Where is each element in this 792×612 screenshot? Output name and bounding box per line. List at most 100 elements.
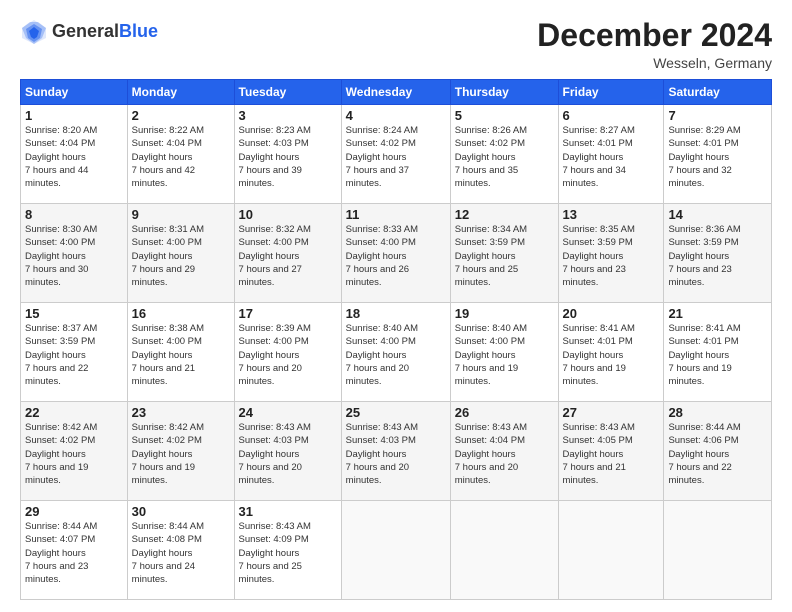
day-number: 30 [132,504,230,519]
col-friday: Friday [558,80,664,105]
day-number: 12 [455,207,554,222]
col-wednesday: Wednesday [341,80,450,105]
day-number: 22 [25,405,123,420]
table-row [450,501,558,600]
table-row: 1 Sunrise: 8:20 AMSunset: 4:04 PMDayligh… [21,105,128,204]
day-number: 9 [132,207,230,222]
logo-blue: Blue [119,21,158,41]
table-row: 30 Sunrise: 8:44 AMSunset: 4:08 PMDaylig… [127,501,234,600]
calendar-week-row: 15 Sunrise: 8:37 AMSunset: 3:59 PMDaylig… [21,303,772,402]
table-row: 26 Sunrise: 8:43 AMSunset: 4:04 PMDaylig… [450,402,558,501]
day-info: Sunrise: 8:43 AMSunset: 4:05 PMDaylight … [563,421,660,487]
day-number: 3 [239,108,337,123]
calendar-table: Sunday Monday Tuesday Wednesday Thursday… [20,79,772,600]
table-row: 18 Sunrise: 8:40 AMSunset: 4:00 PMDaylig… [341,303,450,402]
col-saturday: Saturday [664,80,772,105]
day-number: 31 [239,504,337,519]
day-info: Sunrise: 8:41 AMSunset: 4:01 PMDaylight … [668,322,767,388]
table-row: 10 Sunrise: 8:32 AMSunset: 4:00 PMDaylig… [234,204,341,303]
day-info: Sunrise: 8:40 AMSunset: 4:00 PMDaylight … [455,322,554,388]
table-row: 20 Sunrise: 8:41 AMSunset: 4:01 PMDaylig… [558,303,664,402]
day-info: Sunrise: 8:44 AMSunset: 4:08 PMDaylight … [132,520,230,586]
day-number: 24 [239,405,337,420]
day-number: 4 [346,108,446,123]
day-number: 29 [25,504,123,519]
day-number: 16 [132,306,230,321]
day-number: 13 [563,207,660,222]
calendar-week-row: 8 Sunrise: 8:30 AMSunset: 4:00 PMDayligh… [21,204,772,303]
day-info: Sunrise: 8:31 AMSunset: 4:00 PMDaylight … [132,223,230,289]
day-info: Sunrise: 8:39 AMSunset: 4:00 PMDaylight … [239,322,337,388]
day-number: 25 [346,405,446,420]
header: GeneralBlue December 2024 Wesseln, Germa… [20,18,772,71]
logo-general: General [52,21,119,41]
day-info: Sunrise: 8:36 AMSunset: 3:59 PMDaylight … [668,223,767,289]
day-info: Sunrise: 8:34 AMSunset: 3:59 PMDaylight … [455,223,554,289]
table-row: 5 Sunrise: 8:26 AMSunset: 4:02 PMDayligh… [450,105,558,204]
day-info: Sunrise: 8:32 AMSunset: 4:00 PMDaylight … [239,223,337,289]
table-row: 15 Sunrise: 8:37 AMSunset: 3:59 PMDaylig… [21,303,128,402]
location: Wesseln, Germany [537,55,772,71]
table-row: 27 Sunrise: 8:43 AMSunset: 4:05 PMDaylig… [558,402,664,501]
table-row: 12 Sunrise: 8:34 AMSunset: 3:59 PMDaylig… [450,204,558,303]
day-info: Sunrise: 8:44 AMSunset: 4:07 PMDaylight … [25,520,123,586]
col-sunday: Sunday [21,80,128,105]
table-row: 6 Sunrise: 8:27 AMSunset: 4:01 PMDayligh… [558,105,664,204]
day-info: Sunrise: 8:23 AMSunset: 4:03 PMDaylight … [239,124,337,190]
calendar-week-row: 29 Sunrise: 8:44 AMSunset: 4:07 PMDaylig… [21,501,772,600]
day-number: 7 [668,108,767,123]
day-info: Sunrise: 8:26 AMSunset: 4:02 PMDaylight … [455,124,554,190]
table-row: 17 Sunrise: 8:39 AMSunset: 4:00 PMDaylig… [234,303,341,402]
calendar-week-row: 1 Sunrise: 8:20 AMSunset: 4:04 PMDayligh… [21,105,772,204]
table-row: 8 Sunrise: 8:30 AMSunset: 4:00 PMDayligh… [21,204,128,303]
col-monday: Monday [127,80,234,105]
day-info: Sunrise: 8:43 AMSunset: 4:03 PMDaylight … [346,421,446,487]
table-row [664,501,772,600]
day-number: 18 [346,306,446,321]
table-row: 16 Sunrise: 8:38 AMSunset: 4:00 PMDaylig… [127,303,234,402]
table-row: 9 Sunrise: 8:31 AMSunset: 4:00 PMDayligh… [127,204,234,303]
day-number: 1 [25,108,123,123]
day-number: 21 [668,306,767,321]
day-number: 5 [455,108,554,123]
title-block: December 2024 Wesseln, Germany [537,18,772,71]
calendar-week-row: 22 Sunrise: 8:42 AMSunset: 4:02 PMDaylig… [21,402,772,501]
day-info: Sunrise: 8:42 AMSunset: 4:02 PMDaylight … [132,421,230,487]
logo: GeneralBlue [20,18,158,46]
col-tuesday: Tuesday [234,80,341,105]
day-info: Sunrise: 8:41 AMSunset: 4:01 PMDaylight … [563,322,660,388]
day-info: Sunrise: 8:22 AMSunset: 4:04 PMDaylight … [132,124,230,190]
table-row: 19 Sunrise: 8:40 AMSunset: 4:00 PMDaylig… [450,303,558,402]
day-number: 26 [455,405,554,420]
day-number: 6 [563,108,660,123]
day-info: Sunrise: 8:44 AMSunset: 4:06 PMDaylight … [668,421,767,487]
day-number: 10 [239,207,337,222]
day-number: 28 [668,405,767,420]
day-info: Sunrise: 8:29 AMSunset: 4:01 PMDaylight … [668,124,767,190]
day-info: Sunrise: 8:43 AMSunset: 4:09 PMDaylight … [239,520,337,586]
col-thursday: Thursday [450,80,558,105]
day-info: Sunrise: 8:37 AMSunset: 3:59 PMDaylight … [25,322,123,388]
day-info: Sunrise: 8:43 AMSunset: 4:04 PMDaylight … [455,421,554,487]
day-number: 8 [25,207,123,222]
day-number: 20 [563,306,660,321]
day-number: 15 [25,306,123,321]
table-row: 22 Sunrise: 8:42 AMSunset: 4:02 PMDaylig… [21,402,128,501]
day-number: 17 [239,306,337,321]
table-row: 25 Sunrise: 8:43 AMSunset: 4:03 PMDaylig… [341,402,450,501]
day-number: 23 [132,405,230,420]
page: GeneralBlue December 2024 Wesseln, Germa… [0,0,792,612]
calendar-header-row: Sunday Monday Tuesday Wednesday Thursday… [21,80,772,105]
day-number: 14 [668,207,767,222]
table-row: 24 Sunrise: 8:43 AMSunset: 4:03 PMDaylig… [234,402,341,501]
day-info: Sunrise: 8:38 AMSunset: 4:00 PMDaylight … [132,322,230,388]
logo-text: GeneralBlue [52,22,158,42]
table-row [558,501,664,600]
day-info: Sunrise: 8:33 AMSunset: 4:00 PMDaylight … [346,223,446,289]
day-info: Sunrise: 8:40 AMSunset: 4:00 PMDaylight … [346,322,446,388]
table-row: 28 Sunrise: 8:44 AMSunset: 4:06 PMDaylig… [664,402,772,501]
table-row: 14 Sunrise: 8:36 AMSunset: 3:59 PMDaylig… [664,204,772,303]
day-info: Sunrise: 8:20 AMSunset: 4:04 PMDaylight … [25,124,123,190]
table-row: 13 Sunrise: 8:35 AMSunset: 3:59 PMDaylig… [558,204,664,303]
day-info: Sunrise: 8:27 AMSunset: 4:01 PMDaylight … [563,124,660,190]
